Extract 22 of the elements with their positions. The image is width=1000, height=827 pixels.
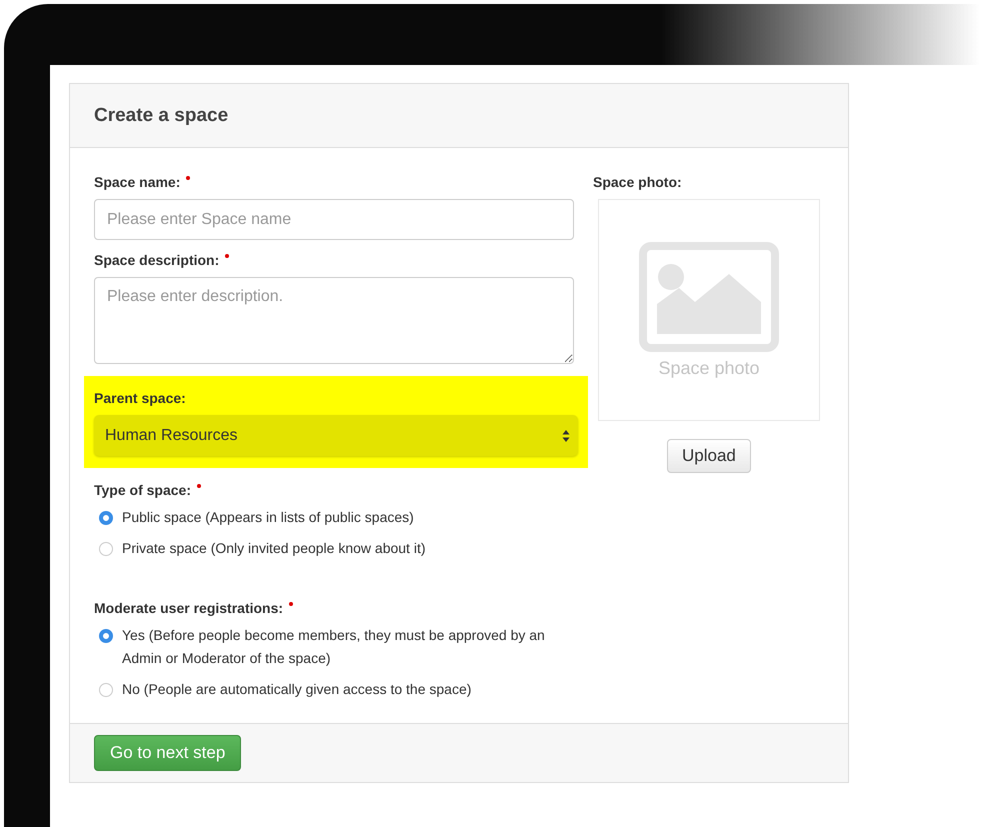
field-label: Moderate user registrations: bbox=[94, 600, 284, 616]
field-label: Space name: bbox=[94, 174, 180, 190]
card-title: Create a space bbox=[94, 104, 228, 126]
field-label: Type of space: bbox=[94, 482, 191, 498]
dropdown-select[interactable]: Human Resources bbox=[94, 415, 578, 456]
photo-caption: Space photo bbox=[658, 358, 760, 378]
upload-button[interactable]: Upload bbox=[667, 439, 751, 473]
radio-label: No (People are automatically given access to the space) bbox=[122, 680, 472, 699]
radio-button[interactable] bbox=[99, 683, 113, 697]
radio-label: Private space (Only invited people know about it) bbox=[122, 539, 426, 558]
field-label: Space photo: bbox=[593, 174, 682, 190]
field-label: Space description: bbox=[94, 252, 220, 268]
radio-button[interactable] bbox=[99, 511, 113, 525]
text-area[interactable]: Please enter description. bbox=[94, 277, 574, 364]
up-down-arrows-icon bbox=[562, 428, 570, 442]
text-field[interactable]: Please enter Space name bbox=[94, 199, 574, 240]
image-icon bbox=[639, 242, 779, 352]
radio-button[interactable] bbox=[99, 629, 113, 643]
radio-label: Yes (Before people become members, they must be approved by an Admin or Moderator of the space) bbox=[122, 626, 546, 668]
radio-label: Public space (Appears in lists of public spaces) bbox=[122, 508, 414, 527]
radio-button[interactable] bbox=[99, 542, 113, 556]
field-label: Parent space: bbox=[94, 390, 186, 406]
